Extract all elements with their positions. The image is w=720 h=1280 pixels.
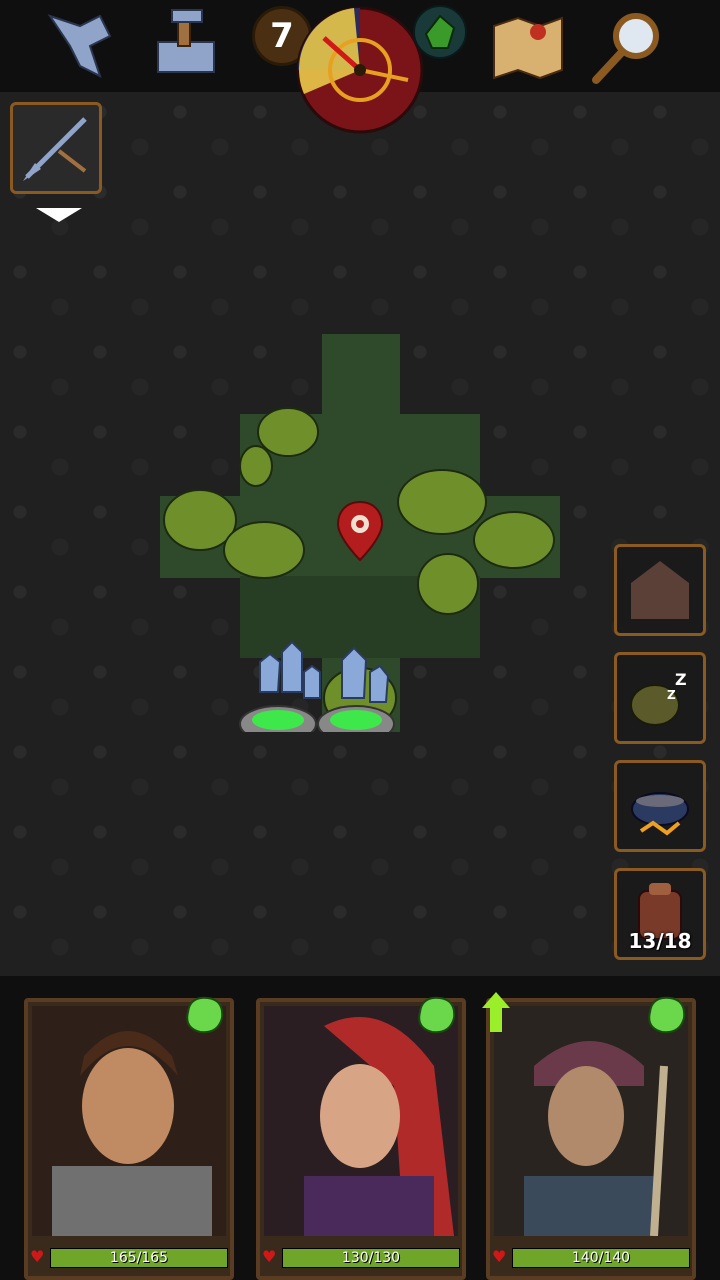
party-member-card[interactable]: ♥ 130/130 bbox=[256, 996, 466, 1280]
health-bar: 130/130 bbox=[282, 1248, 460, 1268]
health-text: 165/165 bbox=[109, 1250, 169, 1266]
location-pin-icon[interactable] bbox=[336, 500, 384, 564]
heart-icon: ♥ bbox=[30, 1247, 45, 1266]
health-bar: 165/165 bbox=[50, 1248, 228, 1268]
goblin-icon[interactable] bbox=[412, 4, 468, 60]
equipped-weapon-slot[interactable] bbox=[10, 102, 102, 194]
level-up-arrow-icon[interactable] bbox=[482, 992, 510, 1032]
crossbow-bolt-icon bbox=[23, 117, 87, 181]
heart-icon: ♥ bbox=[262, 1247, 277, 1266]
inventory-slot[interactable]: 13/18 bbox=[614, 868, 706, 960]
day-night-compass[interactable] bbox=[294, 4, 426, 136]
svg-text:Z: Z bbox=[675, 670, 687, 689]
expand-chevron-icon[interactable] bbox=[36, 208, 82, 222]
hunger-stomach-icon bbox=[186, 996, 224, 1034]
hunger-stomach-icon bbox=[418, 996, 456, 1034]
top-toolbar: 7 bbox=[0, 0, 720, 134]
heart-icon: ♥ bbox=[492, 1247, 507, 1266]
hunger-stomach-icon bbox=[648, 996, 686, 1034]
health-text: 130/130 bbox=[341, 1250, 401, 1266]
cooking-slot[interactable] bbox=[614, 760, 706, 852]
crossbow-icon[interactable] bbox=[40, 6, 120, 86]
sleep-icon: Z Z bbox=[630, 670, 687, 726]
anvil-icon[interactable] bbox=[146, 6, 226, 86]
magnifier-icon[interactable] bbox=[588, 6, 668, 86]
warrior-portrait bbox=[32, 1006, 226, 1236]
cooking-pot-icon bbox=[631, 792, 689, 836]
inventory-count: 13/18 bbox=[628, 929, 692, 953]
svg-text:Z: Z bbox=[667, 688, 676, 702]
treasure-map-icon[interactable] bbox=[488, 6, 568, 86]
rogue-portrait bbox=[264, 1006, 458, 1236]
health-text: 140/140 bbox=[571, 1250, 631, 1266]
house-slot[interactable] bbox=[614, 544, 706, 636]
party-member-card[interactable]: ♥ 165/165 bbox=[24, 996, 234, 1280]
house-icon bbox=[631, 561, 689, 619]
party-member-card[interactable]: ♥ 140/140 bbox=[482, 992, 696, 1280]
shaman-portrait bbox=[494, 1006, 688, 1236]
dungeon-map[interactable] bbox=[0, 92, 720, 976]
sleep-slot[interactable]: Z Z bbox=[614, 652, 706, 744]
health-bar: 140/140 bbox=[512, 1248, 690, 1268]
